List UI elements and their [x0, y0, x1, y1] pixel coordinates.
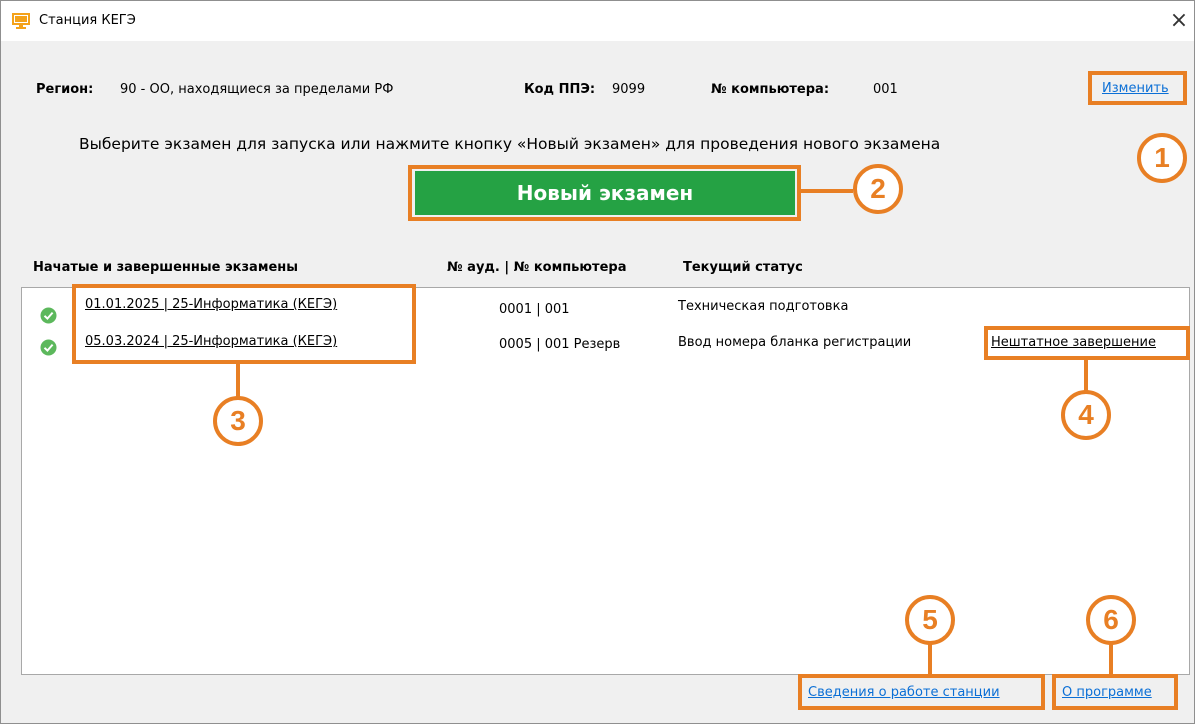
column-header-status: Текущий статус: [683, 260, 803, 275]
instruction-text: Выберите экзамен для запуска или нажмите…: [79, 135, 941, 153]
ppe-label: Код ППЭ:: [524, 82, 596, 97]
callout-line-5: [928, 643, 932, 674]
change-link[interactable]: Изменить: [1102, 81, 1169, 96]
computer-label: № компьютера:: [711, 82, 830, 97]
about-link[interactable]: О программе: [1062, 685, 1152, 700]
new-exam-button[interactable]: Новый экзамен: [415, 171, 795, 215]
title-bar: Станция КЕГЭ ×: [1, 1, 1194, 41]
callout-marker-6: 6: [1086, 595, 1136, 645]
column-header-room: № ауд. | № компьютера: [447, 260, 627, 275]
callout-marker-5: 5: [905, 595, 955, 645]
column-header-exams: Начатые и завершенные экзамены: [33, 260, 299, 275]
region-label: Регион:: [36, 82, 94, 97]
close-button[interactable]: ×: [1164, 7, 1194, 35]
callout-line-3: [236, 364, 240, 398]
ppe-value: 9099: [612, 82, 646, 97]
app-window: Станция КЕГЭ × Регион: 90 - ОО, находящи…: [0, 0, 1195, 724]
callout-marker-4: 4: [1061, 390, 1111, 440]
exam-status: Ввод номера бланка регистрации: [678, 335, 912, 350]
room-computer: 0005 | 001 Резерв: [499, 337, 621, 352]
room-computer: 0001 | 001: [499, 302, 570, 317]
abnormal-finish-link[interactable]: Нештатное завершение: [991, 335, 1156, 350]
exam-link[interactable]: 01.01.2025 | 25-Информатика (КЕГЭ): [85, 297, 337, 312]
computer-value: 001: [873, 82, 898, 97]
callout-line-4: [1084, 360, 1088, 392]
close-icon: ×: [1169, 8, 1189, 33]
window-title: Станция КЕГЭ: [39, 13, 136, 28]
exam-list[interactable]: 01.01.2025 | 25-Информатика (КЕГЭ) 0001 …: [21, 287, 1190, 675]
callout-line-6: [1109, 643, 1113, 674]
callout-marker-3: 3: [213, 396, 263, 446]
station-info-link[interactable]: Сведения о работе станции: [808, 685, 1000, 700]
monitor-icon: [12, 13, 30, 29]
callout-line-2: [801, 189, 853, 193]
region-value: 90 - ОО, находящиеся за пределами РФ: [120, 82, 394, 97]
exam-link[interactable]: 05.03.2024 | 25-Информатика (КЕГЭ): [85, 334, 337, 349]
check-circle-icon: [40, 307, 57, 324]
exam-status: Техническая подготовка: [678, 299, 849, 314]
callout-marker-1: 1: [1137, 133, 1187, 183]
check-circle-icon: [40, 339, 57, 356]
callout-marker-2: 2: [853, 164, 903, 214]
